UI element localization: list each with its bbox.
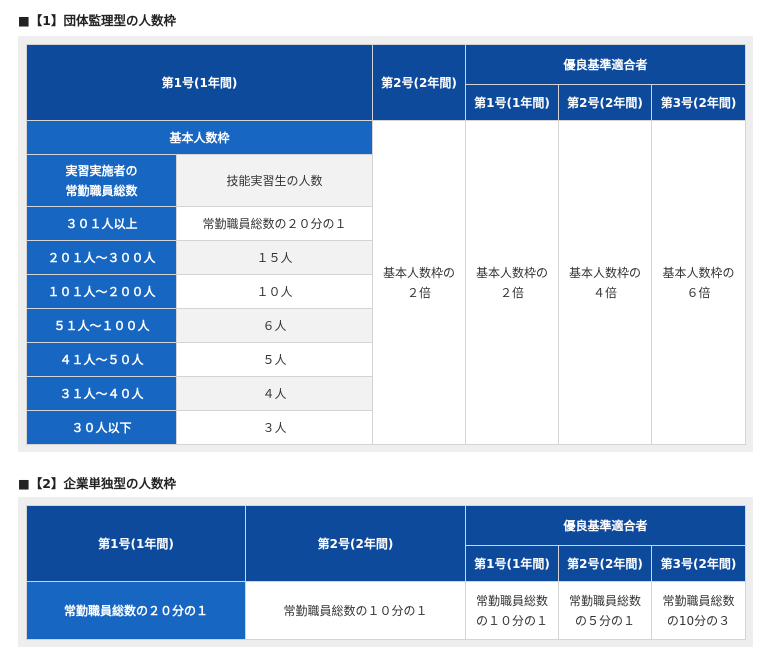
- header-excellent-third: 第3号(2年間): [651, 84, 747, 121]
- trainee-count-header: 技能実習生の人数: [175, 154, 374, 207]
- excellent-third-value: 基本人数枠の ６倍: [651, 120, 747, 445]
- staff-range: ４１人～５０人: [26, 342, 177, 377]
- excellent-second-value: 常勤職員総数 の５分の１: [558, 581, 652, 640]
- header-second-year: 第2号(2年間): [245, 505, 466, 582]
- trainee-limit: ４人: [175, 376, 374, 411]
- section2-panel: 第1号(1年間) 第2号(2年間) 優良基準適合者 第1号(1年間) 第2号(2…: [18, 497, 753, 647]
- header-excellent-first: 第1号(1年間): [465, 84, 560, 121]
- header-first-year: 第1号(1年間): [26, 505, 246, 582]
- excellent-first-value: 常勤職員総数 の１０分の１: [465, 581, 559, 640]
- table-row: 常勤職員総数の２０分の１ 常勤職員総数の１０分の１ 常勤職員総数 の１０分の１ …: [26, 581, 747, 640]
- excellent-first-value: 基本人数枠の ２倍: [465, 120, 560, 445]
- staff-range: ３０人以下: [26, 410, 177, 445]
- trainee-limit: １０人: [175, 274, 374, 309]
- header-excellent-first: 第1号(1年間): [465, 545, 559, 582]
- staff-range: ２０１人～３００人: [26, 240, 177, 275]
- staff-count-header: 実習実施者の 常勤職員総数: [26, 154, 177, 207]
- staff-range: ３０１人以上: [26, 206, 177, 241]
- section2-title: ■【2】企業単独型の人数枠: [18, 476, 177, 491]
- group-supervised-quota-table: 第1号(1年間) 第2号(2年間) 優良基準適合者 第1号(1年間) 第2号(2…: [25, 44, 747, 445]
- trainee-limit: ５人: [175, 342, 374, 377]
- header-excellent: 優良基準適合者: [465, 44, 747, 85]
- header-second-year: 第2号(2年間): [372, 44, 467, 121]
- header-first-year: 第1号(1年間): [25, 44, 374, 121]
- first-year-value: 常勤職員総数の２０分の１: [26, 581, 246, 640]
- section1-panel: 第1号(1年間) 第2号(2年間) 優良基準適合者 第1号(1年間) 第2号(2…: [18, 36, 753, 452]
- header-excellent: 優良基準適合者: [464, 505, 747, 546]
- second-year-value: 常勤職員総数の１０分の１: [245, 581, 466, 640]
- second-year-value: 基本人数枠の ２倍: [372, 120, 467, 445]
- header-excellent-second: 第2号(2年間): [558, 84, 653, 121]
- trainee-limit: 常勤職員総数の２０分の１: [175, 206, 374, 241]
- staff-range: ５１人～１００人: [26, 308, 177, 343]
- staff-range: ３１人～４０人: [26, 376, 177, 411]
- excellent-second-value: 基本人数枠の ４倍: [558, 120, 653, 445]
- trainee-limit: １５人: [175, 240, 374, 275]
- trainee-limit: ３人: [175, 410, 374, 445]
- section1-title: ■【1】団体監理型の人数枠: [18, 13, 177, 28]
- basic-quota-header: 基本人数枠: [25, 120, 374, 155]
- trainee-limit: ６人: [175, 308, 374, 343]
- excellent-third-value: 常勤職員総数 の10分の３: [650, 581, 747, 640]
- header-excellent-second: 第2号(2年間): [558, 545, 652, 582]
- header-excellent-third: 第3号(2年間): [650, 545, 747, 582]
- staff-range: １０１人～２００人: [26, 274, 177, 309]
- company-independent-quota-table: 第1号(1年間) 第2号(2年間) 優良基準適合者 第1号(1年間) 第2号(2…: [26, 505, 747, 640]
